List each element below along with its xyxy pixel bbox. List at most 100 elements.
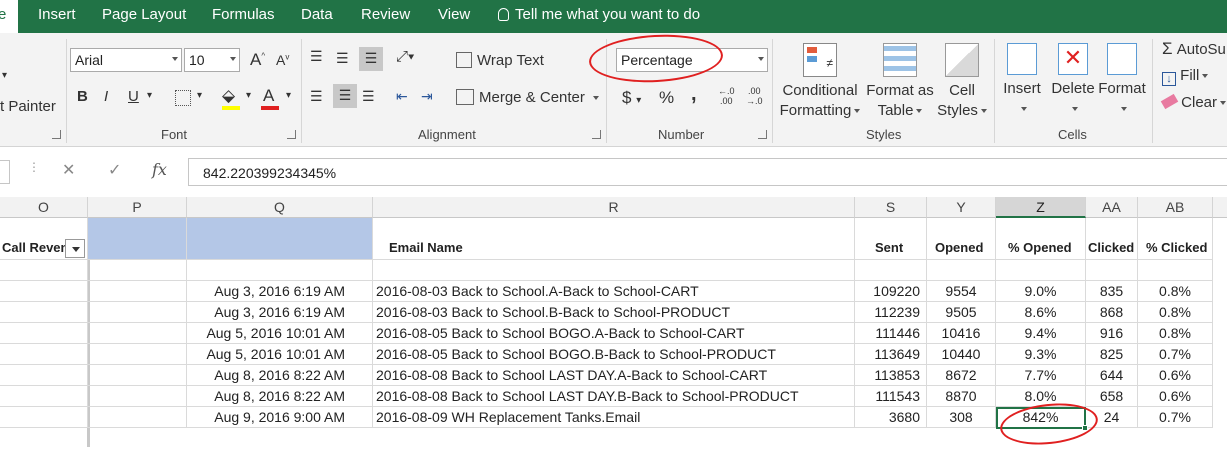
- bottom-align-icon[interactable]: ☰: [359, 47, 383, 71]
- cell-percent-opened[interactable]: 8.6%: [996, 302, 1086, 323]
- comma-button[interactable]: ,: [691, 83, 697, 106]
- shrink-font-icon[interactable]: Av: [276, 52, 289, 68]
- cell-sent[interactable]: 109220: [855, 281, 927, 302]
- format-painter-button[interactable]: t Painter: [0, 98, 56, 115]
- align-right-icon[interactable]: ☰: [362, 88, 375, 105]
- cell-empty[interactable]: [0, 386, 88, 407]
- cell-percent-opened[interactable]: [996, 260, 1086, 281]
- merge-center-button[interactable]: Merge & Center: [456, 89, 599, 106]
- dropdown-arrow-icon[interactable]: ▾: [2, 70, 7, 81]
- enter-check-icon[interactable]: ✓: [108, 160, 121, 184]
- column-header-p[interactable]: P: [88, 197, 187, 218]
- orientation-icon[interactable]: ⤢▾: [396, 48, 414, 65]
- column-header-s[interactable]: S: [855, 197, 927, 218]
- fill-dropdown-icon[interactable]: ▾: [246, 90, 251, 101]
- autosum-button[interactable]: Σ AutoSu: [1162, 39, 1226, 59]
- conditional-formatting-button[interactable]: ≠ Conditional Formatting: [778, 43, 862, 121]
- cell-clicked[interactable]: 658: [1086, 386, 1138, 407]
- cell-percent-clicked[interactable]: 0.8%: [1138, 281, 1213, 302]
- cell-empty[interactable]: [88, 407, 187, 428]
- bold-button[interactable]: B: [77, 88, 88, 105]
- cell-empty[interactable]: [88, 302, 187, 323]
- cell-styles-button[interactable]: Cell Styles: [936, 43, 988, 121]
- italic-button[interactable]: I: [104, 88, 108, 105]
- decrease-decimal-icon[interactable]: .00 →.0: [746, 86, 763, 106]
- cell-clicked[interactable]: 825: [1086, 344, 1138, 365]
- cell-empty[interactable]: [0, 344, 88, 365]
- cell-email-name[interactable]: 2016-08-03 Back to School.B-Back to Scho…: [373, 302, 855, 323]
- tab-review[interactable]: Review: [361, 6, 410, 23]
- borders-icon[interactable]: [175, 90, 191, 106]
- tell-me-box[interactable]: Tell me what you want to do: [498, 6, 700, 23]
- column-header-o[interactable]: O: [0, 197, 88, 218]
- borders-dropdown-icon[interactable]: ▾: [197, 90, 202, 101]
- tab-insert[interactable]: Insert: [38, 6, 76, 23]
- cell-percent-opened[interactable]: 9.3%: [996, 344, 1086, 365]
- column-header-q[interactable]: Q: [187, 197, 373, 218]
- cell-empty[interactable]: [0, 407, 88, 428]
- formula-input[interactable]: 842.220399234345%: [188, 158, 1227, 186]
- filter-dropdown-icon[interactable]: [65, 239, 85, 258]
- cell-sent[interactable]: 111543: [855, 386, 927, 407]
- cell-date[interactable]: Aug 5, 2016 10:01 AM: [187, 323, 373, 344]
- cell-email-name[interactable]: 2016-08-05 Back to School BOGO.B-Back to…: [373, 344, 855, 365]
- increase-decimal-icon[interactable]: ←.0.00: [718, 86, 735, 106]
- cell-sent[interactable]: 3680: [855, 407, 927, 428]
- cancel-icon[interactable]: ✕: [62, 160, 75, 184]
- cell-opened[interactable]: 9505: [927, 302, 996, 323]
- cell-date[interactable]: Aug 3, 2016 6:19 AM: [187, 281, 373, 302]
- cell-percent-clicked[interactable]: [1138, 260, 1213, 281]
- column-header-r[interactable]: R: [373, 197, 855, 218]
- cell-opened[interactable]: 308: [927, 407, 996, 428]
- cell-percent-clicked[interactable]: 0.8%: [1138, 323, 1213, 344]
- cell-percent-opened[interactable]: 9.0%: [996, 281, 1086, 302]
- column-header-z[interactable]: Z: [996, 197, 1086, 218]
- fill-button[interactable]: ↓ Fill: [1162, 67, 1209, 86]
- font-name-select[interactable]: Arial: [70, 48, 182, 72]
- insert-function-icon[interactable]: fx: [152, 160, 167, 184]
- column-header-y[interactable]: Y: [927, 197, 996, 218]
- cell-date[interactable]: Aug 8, 2016 8:22 AM: [187, 365, 373, 386]
- cell-percent-opened[interactable]: 7.7%: [996, 365, 1086, 386]
- cell-date[interactable]: Aug 9, 2016 9:00 AM: [187, 407, 373, 428]
- format-as-table-button[interactable]: Format as Table: [864, 43, 936, 121]
- middle-align-icon[interactable]: ☰: [336, 50, 349, 67]
- cell-clicked[interactable]: 868: [1086, 302, 1138, 323]
- currency-button[interactable]: $ ▾: [622, 88, 641, 108]
- insert-cells-button[interactable]: Insert: [998, 43, 1046, 119]
- tab-formulas[interactable]: Formulas: [212, 6, 275, 23]
- cell-percent-opened[interactable]: 9.4%: [996, 323, 1086, 344]
- decrease-indent-icon[interactable]: ⇤: [396, 88, 408, 105]
- alignment-launcher-icon[interactable]: [592, 130, 601, 139]
- cell-percent-clicked[interactable]: 0.6%: [1138, 365, 1213, 386]
- align-left-icon[interactable]: ☰: [310, 88, 323, 105]
- cell-email-name[interactable]: 2016-08-08 Back to School LAST DAY.A-Bac…: [373, 365, 855, 386]
- grow-font-icon[interactable]: A^: [250, 50, 265, 70]
- cell-empty[interactable]: [88, 281, 187, 302]
- font-launcher-icon[interactable]: [287, 130, 296, 139]
- cell-opened[interactable]: 10416: [927, 323, 996, 344]
- cell-email-name[interactable]: 2016-08-09 WH Replacement Tanks.Email: [373, 407, 855, 428]
- cell-date[interactable]: Aug 8, 2016 8:22 AM: [187, 386, 373, 407]
- cell-empty[interactable]: [88, 260, 187, 281]
- align-center-icon[interactable]: ☰: [333, 84, 357, 108]
- clipboard-launcher-icon[interactable]: [52, 130, 61, 139]
- name-box[interactable]: [0, 160, 10, 184]
- cell-date[interactable]: Aug 3, 2016 6:19 AM: [187, 302, 373, 323]
- tab-data[interactable]: Data: [301, 6, 333, 23]
- cell-email-name[interactable]: 2016-08-08 Back to School LAST DAY.B-Bac…: [373, 386, 855, 407]
- cell-opened[interactable]: 9554: [927, 281, 996, 302]
- cell-sent[interactable]: 113853: [855, 365, 927, 386]
- column-header-ab[interactable]: AB: [1138, 197, 1213, 218]
- column-header-aa[interactable]: AA: [1086, 197, 1138, 218]
- cell-empty[interactable]: [0, 323, 88, 344]
- cell-sent[interactable]: [855, 260, 927, 281]
- cell-opened[interactable]: 8672: [927, 365, 996, 386]
- cell-date[interactable]: [187, 260, 373, 281]
- cell-clicked[interactable]: 916: [1086, 323, 1138, 344]
- cell-email-name[interactable]: 2016-08-05 Back to School BOGO.A-Back to…: [373, 323, 855, 344]
- cell-sent[interactable]: 111446: [855, 323, 927, 344]
- cell-email-name[interactable]: 2016-08-03 Back to School.A-Back to Scho…: [373, 281, 855, 302]
- increase-indent-icon[interactable]: ⇥: [421, 88, 433, 105]
- underline-dropdown-icon[interactable]: ▾: [147, 90, 152, 101]
